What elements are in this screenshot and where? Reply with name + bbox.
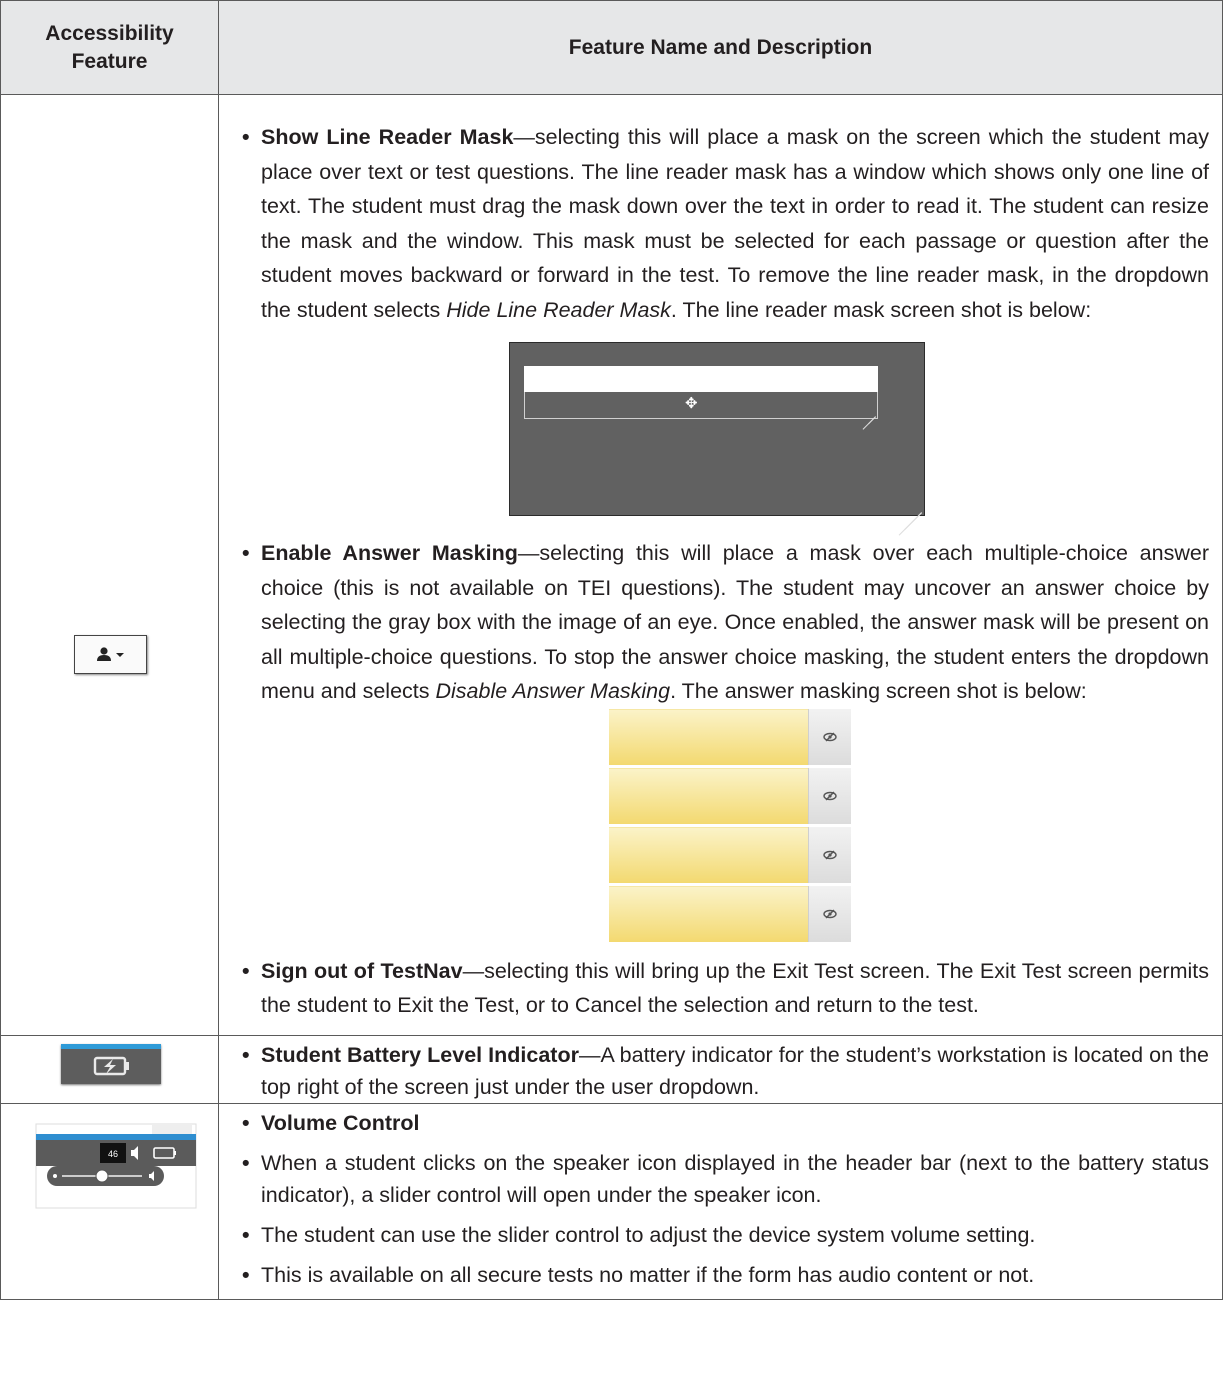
answer-mask — [609, 708, 809, 765]
list-item: Enable Answer Masking—selecting this wil… — [242, 536, 1209, 709]
table-row: Show Line Reader Mask—selecting this wil… — [0, 94, 1223, 1036]
battery-icon — [61, 1043, 161, 1084]
feature-description-cell: Volume Control When a student clicks on … — [218, 1102, 1223, 1300]
list-item: Sign out of TestNav—selecting this will … — [242, 954, 1209, 1023]
feature-icon-cell — [0, 94, 219, 1036]
answer-mask-row — [609, 708, 851, 765]
feature-description-cell: Student Battery Level Indicator—A batter… — [218, 1034, 1223, 1104]
eye-icon — [808, 885, 851, 942]
answer-masking-screenshot — [609, 708, 851, 942]
eye-icon — [808, 826, 851, 883]
line-reader-mask-screenshot: ✥ — [509, 342, 925, 536]
user-dropdown-icon — [74, 635, 147, 674]
list-item: Student Battery Level Indicator—A batter… — [242, 1039, 1209, 1103]
eye-icon — [808, 708, 851, 765]
answer-mask-row — [609, 826, 851, 883]
accessibility-features-table: Accessibility Feature Feature Name and D… — [0, 0, 1223, 1300]
mask-drag-bar: ✥ — [524, 392, 878, 430]
eye-icon — [808, 767, 851, 824]
list-item: The student can use the slider control t… — [242, 1219, 1209, 1251]
table-row: Student Battery Level Indicator—A batter… — [0, 1034, 1223, 1104]
feature-icon-cell: 46 — [0, 1102, 219, 1300]
volume-value: 46 — [108, 1149, 118, 1159]
list-item: Show Line Reader Mask—selecting this wil… — [242, 120, 1209, 327]
answer-mask — [609, 826, 809, 883]
resize-grip-icon — [898, 491, 922, 536]
list-item: This is available on all secure tests no… — [242, 1259, 1209, 1291]
table-row: 46 Volume Control When a student clicks … — [0, 1102, 1223, 1300]
table-header-row: Accessibility Feature Feature Name and D… — [0, 0, 1223, 95]
answer-mask — [609, 885, 809, 942]
answer-mask-row — [609, 885, 851, 942]
list-item: When a student clicks on the speaker ico… — [242, 1147, 1209, 1211]
volume-slider-icon: 46 — [34, 1122, 198, 1210]
list-item: Volume Control — [242, 1107, 1209, 1139]
feature-icon-cell — [0, 1034, 219, 1104]
header-feature-name-description: Feature Name and Description — [218, 0, 1223, 95]
mask-window — [524, 366, 878, 392]
move-icon: ✥ — [685, 394, 698, 412]
header-accessibility-feature: Accessibility Feature — [0, 0, 219, 95]
answer-mask-row — [609, 767, 851, 824]
answer-mask — [609, 767, 809, 824]
resize-grip-icon — [860, 401, 876, 430]
feature-description-cell: Show Line Reader Mask—selecting this wil… — [218, 94, 1223, 1036]
